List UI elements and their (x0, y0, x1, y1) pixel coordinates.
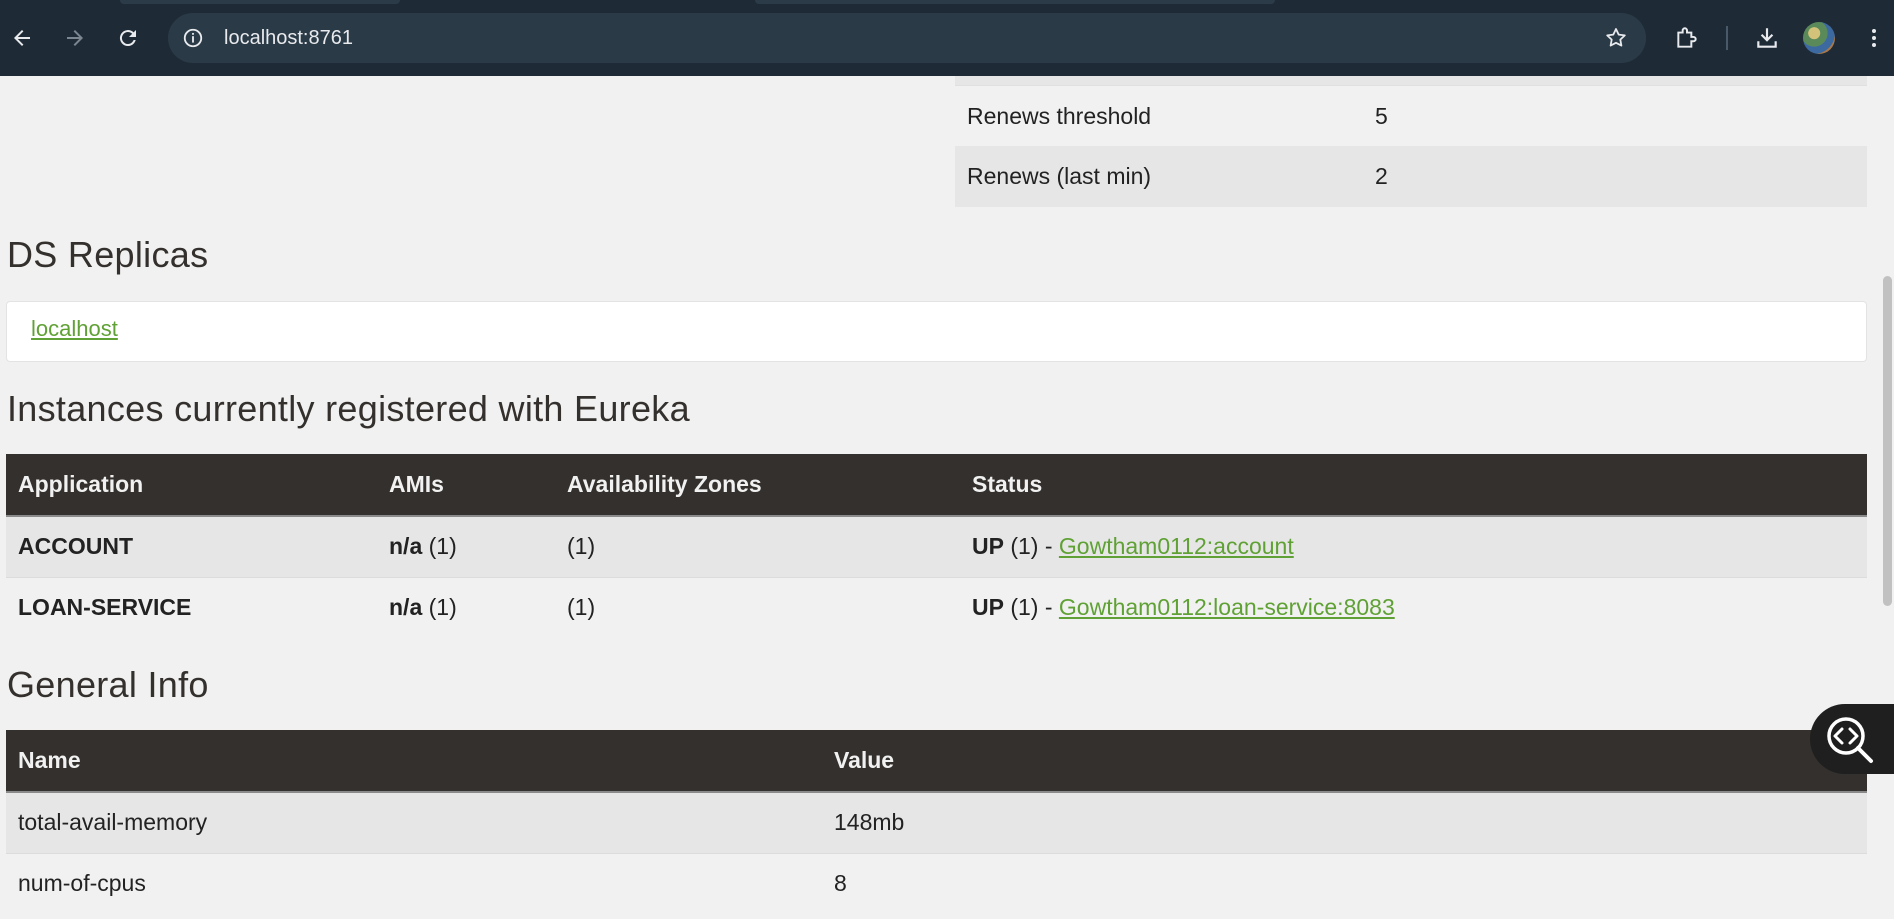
column-header: Availability Zones (555, 454, 960, 517)
info-value: 148mb (822, 791, 1867, 853)
lease-row: Renews threshold 5 (955, 85, 1867, 146)
column-header: Name (6, 730, 822, 793)
instance-link[interactable]: Gowtham0112:account (1059, 533, 1294, 559)
eureka-dashboard: Renews threshold 5 Renews (last min) 2 D… (0, 76, 1894, 919)
ami-count: (1) (422, 594, 457, 621)
ds-replicas-list: localhost (6, 301, 1867, 362)
scrollbar-thumb[interactable] (1883, 276, 1892, 606)
lease-label: Renews (last min) (967, 163, 1152, 189)
toolbar-divider (1726, 26, 1728, 50)
lease-row-partial (955, 76, 1867, 85)
replica-link[interactable]: localhost (31, 316, 118, 342)
extensions-icon[interactable] (1667, 18, 1707, 58)
general-info-heading: General Info (7, 664, 209, 705)
lease-value: 5 (1375, 102, 1388, 129)
url-text[interactable]: localhost:8761 (224, 13, 353, 63)
ami-value: n/a (389, 594, 423, 621)
reload-icon (119, 30, 136, 47)
table-row: LOAN-SERVICE n/a (1) (1) UP (1) - Gowtha… (6, 576, 1867, 638)
reload-button[interactable] (108, 18, 148, 58)
page-scrollbar[interactable] (1880, 76, 1894, 919)
code-search-icon (1827, 717, 1873, 763)
zones-cell: (1) (555, 576, 960, 638)
back-icon (14, 30, 30, 46)
status-value: UP (972, 533, 1004, 560)
column-header: Status (960, 454, 1867, 517)
bookmark-star-icon[interactable] (1602, 24, 1630, 52)
ds-replicas-heading: DS Replicas (7, 234, 209, 275)
ami-value: n/a (389, 533, 423, 560)
table-row: ACCOUNT n/a (1) (1) UP (1) - Gowtham0112… (6, 515, 1867, 577)
status-value: UP (972, 594, 1004, 621)
general-info-header-row: Name Value (6, 730, 1867, 793)
column-header: Value (822, 730, 1867, 793)
downloads-icon[interactable] (1747, 18, 1787, 58)
lease-value: 2 (1375, 163, 1388, 189)
instance-link[interactable]: Gowtham0112:loan-service:8083 (1059, 594, 1395, 620)
status-cell: UP (1) - Gowtham0112:account (960, 515, 1867, 577)
table-row: num-of-cpus 8 (6, 852, 1867, 914)
profile-avatar[interactable] (1803, 22, 1835, 54)
status-count: (1) - (1003, 533, 1059, 560)
lease-info-table: Renews threshold 5 Renews (last min) 2 (955, 76, 1867, 207)
forward-button[interactable] (55, 18, 95, 58)
instances-heading: Instances currently registered with Eure… (7, 388, 690, 429)
instances-table: Application AMIs Availability Zones Stat… (6, 454, 1867, 638)
back-button[interactable] (2, 18, 42, 58)
column-header: Application (6, 454, 377, 517)
address-bar[interactable]: localhost:8761 (168, 13, 1646, 63)
column-header: AMIs (377, 454, 555, 517)
menu-icon[interactable] (1854, 18, 1894, 58)
info-name: total-avail-memory (6, 791, 822, 853)
lease-row: Renews (last min) 2 (955, 146, 1867, 207)
general-info-table: Name Value total-avail-memory 148mb num-… (6, 730, 1867, 914)
ami-count: (1) (422, 533, 457, 560)
tab-edge (755, 0, 1275, 4)
forward-icon (67, 30, 83, 46)
browser-toolbar: localhost:8761 (0, 0, 1894, 76)
zones-cell: (1) (555, 515, 960, 577)
table-row: total-avail-memory 148mb (6, 791, 1867, 853)
site-info-icon[interactable] (180, 25, 206, 51)
status-count: (1) - (1003, 594, 1059, 621)
application-name: ACCOUNT (6, 515, 377, 577)
info-value: 8 (822, 852, 1867, 914)
ami-cell: n/a (1) (377, 576, 555, 638)
lease-label: Renews threshold (967, 102, 1152, 129)
instances-header-row: Application AMIs Availability Zones Stat… (6, 454, 1867, 517)
info-name: num-of-cpus (6, 852, 822, 914)
code-search-button[interactable] (1810, 704, 1894, 774)
tab-edge (120, 0, 400, 4)
ami-cell: n/a (1) (377, 515, 555, 577)
application-name: LOAN-SERVICE (6, 576, 377, 638)
status-cell: UP (1) - Gowtham0112:loan-service:8083 (960, 576, 1867, 638)
